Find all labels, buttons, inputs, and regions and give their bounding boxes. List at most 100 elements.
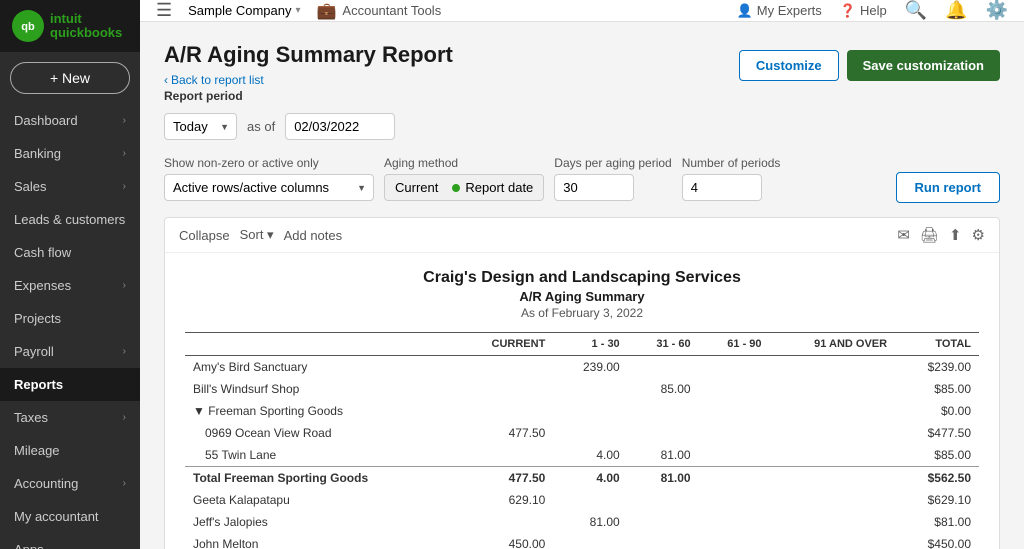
row-value [628,422,699,444]
days-input[interactable] [554,174,634,201]
sidebar-item-leads-customers[interactable]: Leads & customers [0,203,140,236]
period-select-wrapper: Today [164,113,237,140]
sort-button[interactable]: Sort ▾ [240,227,274,243]
row-value [455,444,554,467]
row-value: 450.00 [455,533,554,549]
bell-icon[interactable]: 🔔 [945,0,967,21]
row-value [770,400,896,422]
help-button[interactable]: ❓ Help [840,3,887,19]
chevron-right-icon: › [123,181,126,192]
show-select[interactable]: Active rows/active columns [164,174,374,201]
col-header-31-60: 31 - 60 [628,333,699,356]
chevron-left-icon: ‹ [164,73,168,87]
col-header-name [185,333,455,356]
row-value [628,533,699,549]
row-value [770,444,896,467]
row-name: ▼ Freeman Sporting Goods [185,400,455,422]
sidebar-item-reports[interactable]: Reports [0,368,140,401]
sidebar-item-my-accountant[interactable]: My accountant [0,500,140,533]
chevron-right-icon: › [123,148,126,159]
row-value [770,378,896,400]
periods-input[interactable] [682,174,762,201]
collapse-button[interactable]: Collapse [179,228,230,243]
col-header-91-over: 91 AND OVER [770,333,896,356]
row-value [553,400,627,422]
question-icon: ❓ [840,3,856,19]
sidebar-item-projects[interactable]: Projects [0,302,140,335]
save-customization-button[interactable]: Save customization [847,50,1000,81]
aging-method-box: Current Report date [384,174,544,201]
qb-logo-text: intuit quickbooks [50,12,122,41]
report-table: CURRENT 1 - 30 31 - 60 61 - 90 91 AND OV… [185,332,979,549]
table-row: Bill's Windsurf Shop85.00$85.00 [185,378,979,400]
hamburger-icon[interactable]: ☰ [156,0,172,21]
row-value: 477.50 [455,467,554,490]
export-icon[interactable]: ⬆ [949,226,962,244]
row-value: $239.00 [895,356,979,379]
table-row: Geeta Kalapatapu629.10$629.10 [185,489,979,511]
report-toolbar-right: ✉ 🖨 ⬆ ⚙ [897,226,985,244]
my-experts-button[interactable]: 👤 My Experts [737,3,822,19]
chevron-right-icon: › [123,346,126,357]
row-name: Bill's Windsurf Shop [185,378,455,400]
period-select[interactable]: Today [164,113,237,140]
sidebar-item-cashflow[interactable]: Cash flow [0,236,140,269]
table-row: ▼ Freeman Sporting Goods$0.00 [185,400,979,422]
row-value [770,489,896,511]
show-control: Show non-zero or active only Active rows… [164,156,374,201]
briefcase-icon: 💼 [317,1,337,21]
table-row: 0969 Ocean View Road477.50$477.50 [185,422,979,444]
content-area: A/R Aging Summary Report ‹ Back to repor… [140,22,1024,549]
accountant-tools[interactable]: 💼 Accountant Tools [317,1,442,21]
col-header-current: CURRENT [455,333,554,356]
row-value [770,533,896,549]
aging-current-option[interactable]: Current [395,180,438,195]
sidebar-item-banking[interactable]: Banking › [0,137,140,170]
company-selector[interactable]: Sample Company ▾ [188,3,300,18]
aging-report-date-option[interactable]: Report date [452,180,533,195]
row-value: 629.10 [455,489,554,511]
customize-button[interactable]: Customize [739,50,839,81]
row-value [770,467,896,490]
run-report-button[interactable]: Run report [896,172,1000,203]
col-header-1-30: 1 - 30 [553,333,627,356]
print-icon[interactable]: 🖨 [920,226,939,244]
row-value [699,356,770,379]
sidebar-item-dashboard[interactable]: Dashboard › [0,104,140,137]
row-value: $85.00 [895,444,979,467]
report-period-label: Report period [164,89,453,103]
show-label: Show non-zero or active only [164,156,374,170]
table-row: 55 Twin Lane4.0081.00$85.00 [185,444,979,467]
row-value [699,444,770,467]
settings-icon[interactable]: ⚙ [972,226,985,244]
filter-controls: Show non-zero or active only Active rows… [164,154,1000,203]
row-value [628,511,699,533]
sidebar-item-expenses[interactable]: Expenses › [0,269,140,302]
sidebar-item-payroll[interactable]: Payroll › [0,335,140,368]
email-icon[interactable]: ✉ [897,226,910,244]
period-controls: Today as of [164,113,1000,140]
row-value [553,489,627,511]
add-notes-button[interactable]: Add notes [284,228,343,243]
qb-logo[interactable]: qb intuit quickbooks [12,10,122,42]
topbar-right: 👤 My Experts ❓ Help 🔍 🔔 ⚙️ [737,0,1008,21]
report-container: Collapse Sort ▾ Add notes ✉ 🖨 ⬆ ⚙ Craig'… [164,217,1000,549]
sidebar-item-accounting[interactable]: Accounting › [0,467,140,500]
row-value [770,511,896,533]
search-icon[interactable]: 🔍 [905,0,927,21]
sidebar-item-mileage[interactable]: Mileage [0,434,140,467]
back-to-report-link[interactable]: ‹ Back to report list [164,73,264,87]
row-value [699,511,770,533]
sidebar-item-taxes[interactable]: Taxes › [0,401,140,434]
periods-label: Number of periods [682,156,781,170]
new-button[interactable]: + New [10,62,130,94]
page-title: A/R Aging Summary Report [164,42,453,68]
gear-icon[interactable]: ⚙️ [986,0,1008,21]
row-value [553,378,627,400]
row-value [699,400,770,422]
sidebar-item-apps[interactable]: Apps [0,533,140,549]
date-input[interactable] [285,113,395,140]
row-name: John Melton [185,533,455,549]
show-select-wrapper: Active rows/active columns [164,174,374,201]
sidebar-item-sales[interactable]: Sales › [0,170,140,203]
